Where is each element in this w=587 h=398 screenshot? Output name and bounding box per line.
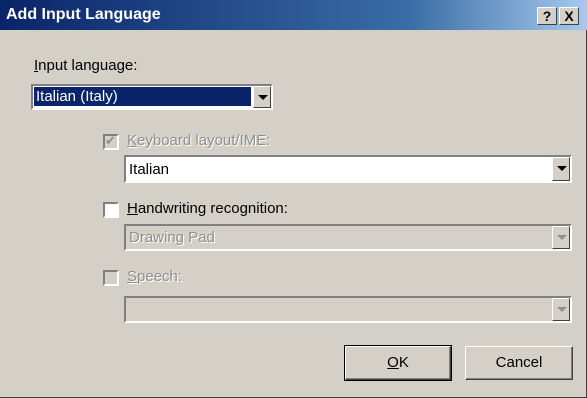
- chevron-down-icon[interactable]: [253, 86, 271, 108]
- keyboard-layout-checkbox[interactable]: ✔: [103, 133, 119, 150]
- chevron-down-icon[interactable]: [552, 157, 570, 181]
- speech-select[interactable]: [124, 296, 572, 323]
- handwriting-select[interactable]: Drawing Pad: [124, 224, 572, 251]
- handwriting-checkbox[interactable]: [103, 202, 119, 218]
- keyboard-layout-value: Italian: [129, 161, 170, 178]
- handwriting-value: Drawing Pad: [129, 229, 215, 246]
- keyboard-layout-select[interactable]: Italian: [124, 155, 572, 183]
- help-button[interactable]: ?: [537, 7, 557, 25]
- input-language-select[interactable]: Italian (Italy): [31, 84, 273, 110]
- handwriting-label: Handwriting recognition:: [127, 200, 288, 217]
- check-mark-icon: ✔: [105, 133, 116, 148]
- input-language-label: Input language:: [34, 57, 138, 74]
- close-button[interactable]: X: [559, 7, 579, 25]
- speech-label: Speech:: [127, 268, 183, 285]
- input-language-value: Italian (Italy): [33, 86, 252, 107]
- title-bar[interactable]: Add Input Language ? X: [0, 0, 587, 30]
- chevron-down-icon[interactable]: [552, 226, 570, 249]
- ok-button[interactable]: OK: [344, 345, 452, 381]
- keyboard-layout-label: Keyboard layout/IME:: [127, 132, 271, 149]
- chevron-down-icon[interactable]: [552, 298, 570, 321]
- add-input-language-dialog: Add Input Language ? X Input language: I…: [0, 0, 587, 398]
- speech-checkbox[interactable]: [103, 270, 119, 286]
- cancel-button[interactable]: Cancel: [465, 346, 573, 380]
- dialog-title: Add Input Language: [6, 6, 161, 23]
